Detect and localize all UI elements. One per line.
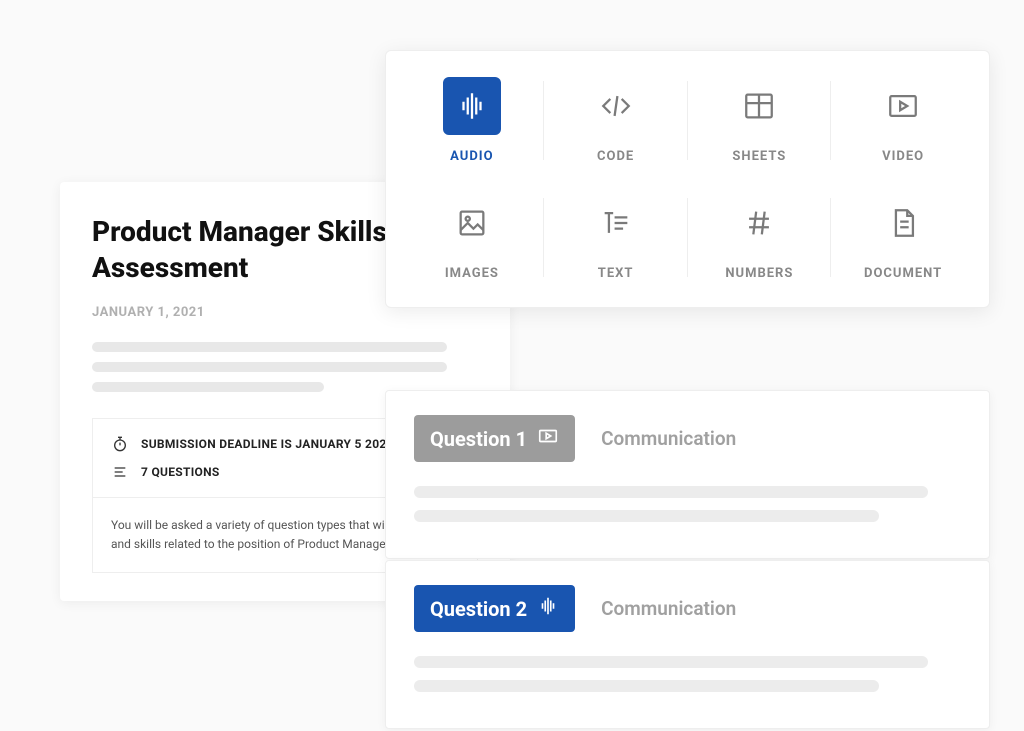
question-badge: Question 1 — [414, 415, 575, 462]
question-badge-label: Question 2 — [430, 597, 527, 621]
type-option-images[interactable]: IMAGES — [400, 194, 544, 281]
skeleton-line — [92, 362, 447, 372]
list-icon — [111, 463, 129, 481]
audio-icon — [443, 77, 501, 135]
type-label: VIDEO — [882, 149, 924, 164]
type-picker-panel: AUDIO CODE SHEETS VIDEO IMAGES TEXT NU — [385, 50, 990, 308]
type-label: SHEETS — [732, 149, 786, 164]
question-card-1[interactable]: Question 1 Communication — [385, 390, 990, 559]
type-option-sheets[interactable]: SHEETS — [688, 77, 832, 164]
type-label: CODE — [597, 149, 634, 164]
type-option-document[interactable]: DOCUMENT — [831, 194, 975, 281]
type-label: IMAGES — [445, 266, 499, 281]
skeleton-line — [92, 382, 324, 392]
skeleton-line — [414, 486, 928, 498]
question-header: Question 1 Communication — [414, 415, 961, 462]
numbers-icon — [730, 194, 788, 252]
type-option-audio[interactable]: AUDIO — [400, 77, 544, 164]
count-text: 7 QUESTIONS — [141, 465, 220, 479]
text-icon — [587, 194, 645, 252]
question-card-2[interactable]: Question 2 Communication — [385, 560, 990, 729]
deadline-text: SUBMISSION DEADLINE IS JANUARY 5 2021 AT — [141, 437, 412, 451]
skeleton-line — [92, 342, 447, 352]
question-badge: Question 2 — [414, 585, 575, 632]
skeleton-placeholder — [92, 342, 478, 392]
sheets-icon — [730, 77, 788, 135]
type-option-video[interactable]: VIDEO — [831, 77, 975, 164]
skeleton-line — [414, 680, 879, 692]
type-option-code[interactable]: CODE — [544, 77, 688, 164]
type-option-numbers[interactable]: NUMBERS — [688, 194, 832, 281]
type-label: NUMBERS — [725, 266, 793, 281]
type-option-text[interactable]: TEXT — [544, 194, 688, 281]
skeleton-line — [414, 656, 928, 668]
document-icon — [874, 194, 932, 252]
question-category: Communication — [601, 427, 736, 450]
video-icon — [874, 77, 932, 135]
code-icon — [587, 77, 645, 135]
type-label: AUDIO — [450, 149, 493, 164]
video-icon — [537, 425, 559, 452]
type-label: TEXT — [598, 266, 634, 281]
audio-icon — [537, 595, 559, 622]
skeleton-line — [414, 510, 879, 522]
stopwatch-icon — [111, 435, 129, 453]
question-category: Communication — [601, 597, 736, 620]
images-icon — [443, 194, 501, 252]
question-badge-label: Question 1 — [430, 427, 527, 451]
question-header: Question 2 Communication — [414, 585, 961, 632]
type-label: DOCUMENT — [864, 266, 942, 281]
